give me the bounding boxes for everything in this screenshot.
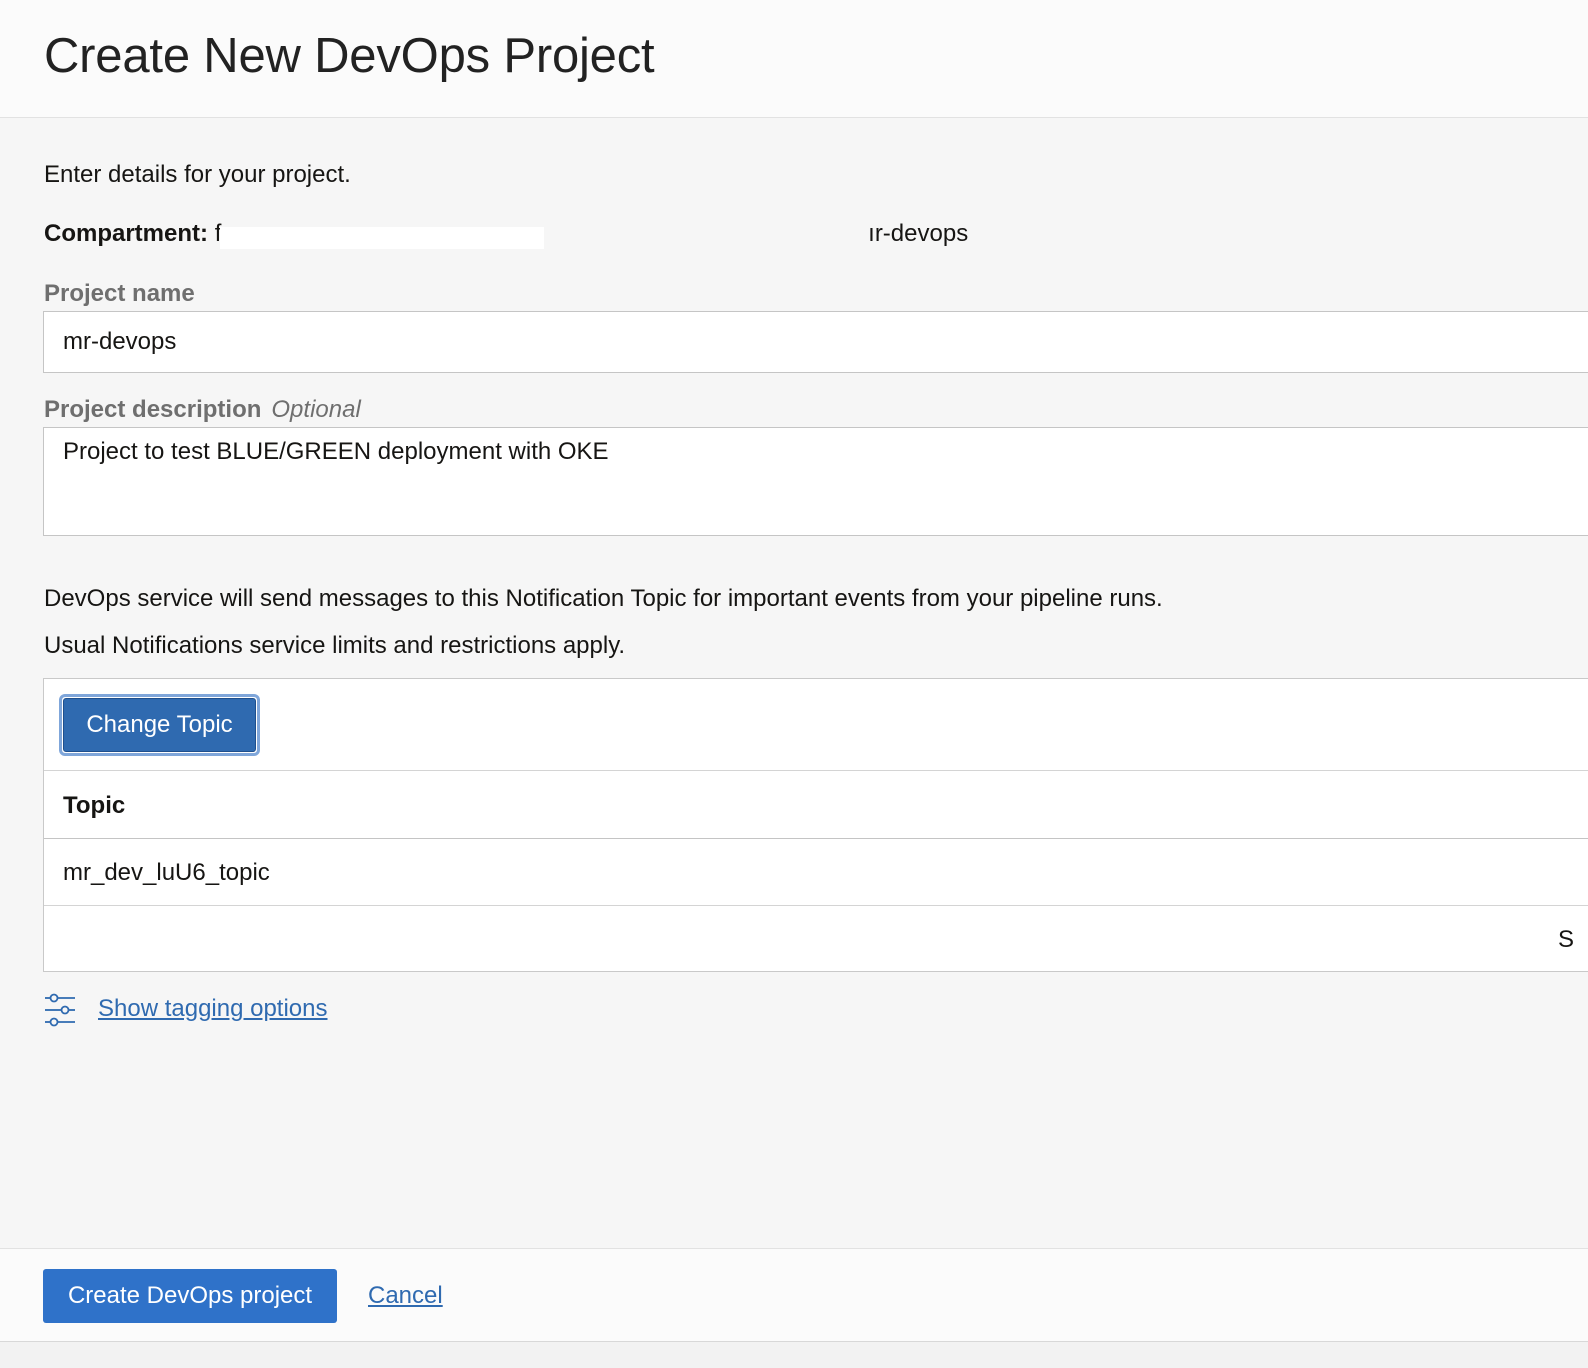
project-description-textarea[interactable]: Project to test BLUE/GREEN deployment wi… bbox=[43, 427, 1588, 536]
show-tagging-options-link[interactable]: Show tagging options bbox=[98, 993, 328, 1025]
notification-info-line1: DevOps service will send messages to thi… bbox=[44, 585, 1163, 612]
compartment-label: Compartment: bbox=[44, 220, 209, 247]
cancel-link[interactable]: Cancel bbox=[368, 1281, 443, 1311]
topic-panel: Change Topic Topic mr_dev_luU6_topic S bbox=[43, 678, 1588, 972]
page-title: Create New DevOps Project bbox=[44, 29, 655, 83]
bottom-strip bbox=[0, 1342, 1588, 1368]
project-description-label-row: Project description Optional bbox=[44, 395, 361, 425]
topic-column-header: Topic bbox=[63, 792, 126, 819]
change-topic-button[interactable]: Change Topic bbox=[63, 698, 256, 752]
notification-info-line2: Usual Notifications service limits and r… bbox=[44, 632, 626, 659]
create-devops-project-button[interactable]: Create DevOps project bbox=[43, 1269, 337, 1323]
project-description-label: Project description bbox=[44, 396, 262, 423]
project-name-value: mr-devops bbox=[63, 328, 177, 355]
table-row: mr_dev_luU6_topic bbox=[63, 859, 270, 886]
project-name-input[interactable]: mr-devops bbox=[43, 311, 1588, 373]
project-description-value: Project to test BLUE/GREEN deployment wi… bbox=[63, 438, 609, 465]
table-divider bbox=[44, 770, 1588, 771]
redaction-box bbox=[220, 227, 544, 249]
table-header-divider bbox=[44, 838, 1588, 839]
page-header: Create New DevOps Project bbox=[0, 0, 1588, 118]
table-row-divider bbox=[44, 905, 1588, 906]
project-name-label: Project name bbox=[44, 280, 195, 307]
intro-text: Enter details for your project. bbox=[44, 161, 351, 188]
sliders-icon bbox=[45, 993, 75, 1027]
table-footer-text: S bbox=[1558, 926, 1575, 953]
page-footer: Create DevOps project Cancel bbox=[0, 1248, 1588, 1342]
optional-hint: Optional bbox=[271, 396, 361, 423]
